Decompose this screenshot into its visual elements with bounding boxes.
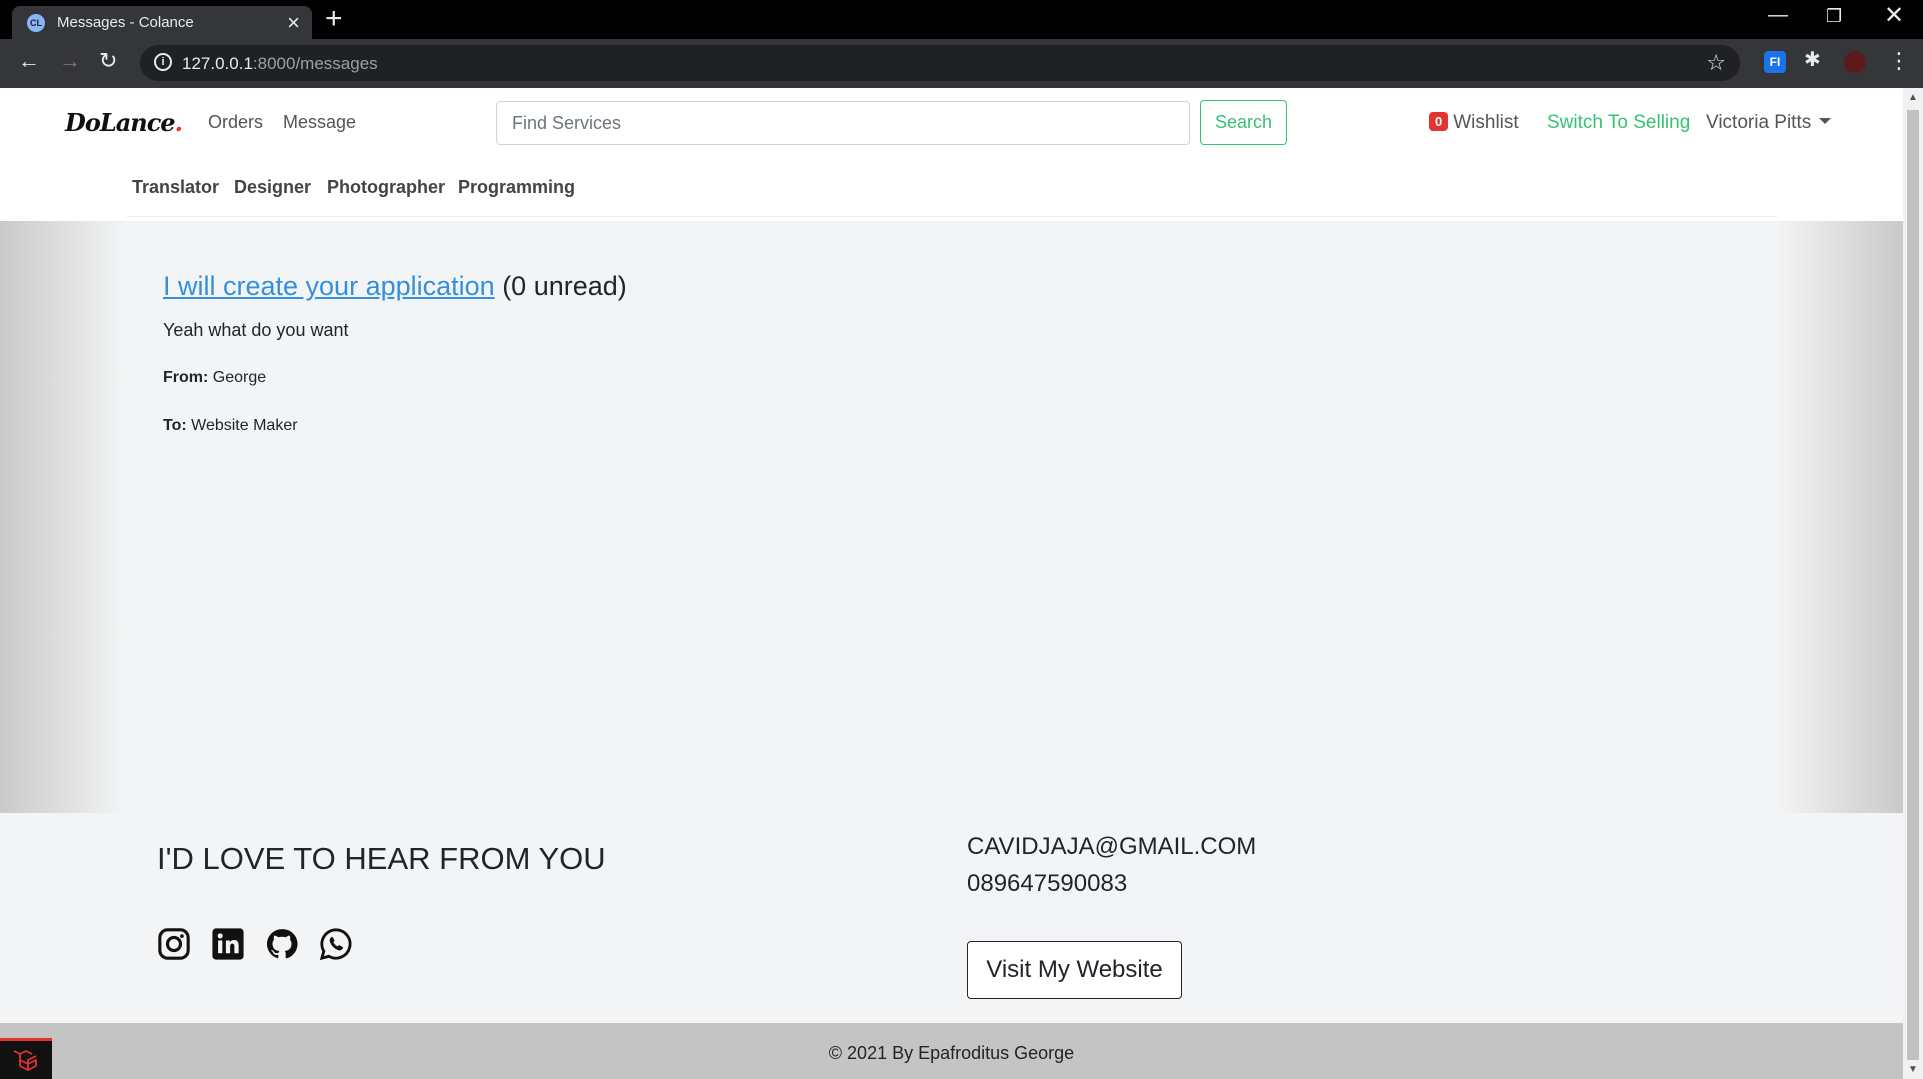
tab-title: Messages - Colance (57, 14, 194, 31)
puzzle-extensions-icon[interactable]: ✱ (1804, 47, 1826, 71)
browser-tab[interactable]: CL Messages - Colance × (12, 6, 312, 39)
message-heading: I will create your application (0 unread… (163, 271, 627, 302)
category-bar: Translator Designer Photographer Program… (0, 160, 1903, 220)
favicon-icon: CL (27, 14, 45, 32)
user-dropdown[interactable]: Victoria Pitts (1706, 112, 1832, 134)
forward-icon[interactable]: → (59, 48, 81, 74)
category-photographer[interactable]: Photographer (327, 177, 445, 198)
browser-menu-icon[interactable]: ⋮ (1888, 48, 1910, 74)
visit-website-button[interactable]: Visit My Website (967, 941, 1182, 999)
minimize-icon[interactable]: — (1768, 4, 1788, 27)
nav-orders[interactable]: Orders (208, 112, 263, 133)
message-body: Yeah what do you want (163, 320, 349, 340)
page-viewport: DoLance. Orders Message Search 0Wishlist… (0, 88, 1923, 1079)
site-header: DoLance. Orders Message Search 0Wishlist… (0, 88, 1903, 160)
browser-toolbar: ← → ↻ i 127.0.0.1:8000/messages ☆ FI ✱ ⋮ (0, 39, 1923, 88)
contact-email: CAVIDJAJA@GMAIL.COM (967, 833, 1257, 860)
copyright: © 2021 By Epafroditus George (0, 1023, 1903, 1079)
search-input[interactable] (496, 101, 1190, 145)
message-service-link[interactable]: I will create your application (163, 271, 495, 301)
laravel-debugbar-icon[interactable] (0, 1038, 52, 1079)
whatsapp-icon[interactable] (319, 927, 353, 961)
nav-message[interactable]: Message (283, 112, 356, 133)
page-scrollbar[interactable]: ▲ ▼ (1903, 88, 1923, 1079)
tab-close-icon[interactable]: × (287, 10, 300, 36)
wishlist-count-badge: 0 (1429, 112, 1449, 131)
restore-icon[interactable]: ❐ (1826, 6, 1842, 27)
site-footer: I'D LOVE TO HEAR FROM YOU CAVIDJAJA@GMAI… (0, 813, 1903, 1023)
linkedin-icon[interactable] (211, 927, 245, 961)
profile-avatar-icon[interactable] (1844, 51, 1866, 73)
caret-down-icon (1819, 118, 1832, 124)
category-divider (127, 216, 1777, 217)
footer-heading: I'D LOVE TO HEAR FROM YOU (157, 841, 606, 876)
message-from: From: George (163, 369, 267, 386)
instagram-icon[interactable] (157, 927, 191, 961)
category-programming[interactable]: Programming (458, 177, 575, 198)
url-text[interactable]: 127.0.0.1:8000/messages (182, 54, 378, 74)
contact-phone: 089647590083 (967, 870, 1128, 897)
scroll-up-icon[interactable]: ▲ (1908, 92, 1918, 103)
browser-tab-bar: CL Messages - Colance × + — ❐ ✕ (0, 0, 1923, 39)
back-icon[interactable]: ← (18, 48, 40, 74)
laravel-logo-icon (13, 1050, 37, 1071)
switch-to-selling-link[interactable]: Switch To Selling (1547, 112, 1690, 134)
github-icon[interactable] (265, 927, 299, 961)
unread-count: (0 unread) (502, 271, 627, 301)
window-close-icon[interactable]: ✕ (1884, 1, 1904, 30)
site-logo[interactable]: DoLance. (65, 108, 183, 137)
site-info-icon[interactable]: i (154, 53, 172, 71)
reload-icon[interactable]: ↻ (99, 48, 117, 74)
new-tab-icon[interactable]: + (325, 2, 343, 36)
message-to: To: Website Maker (163, 417, 298, 434)
search-button[interactable]: Search (1200, 100, 1287, 145)
extension-icon[interactable]: FI (1764, 51, 1786, 73)
address-bar[interactable]: i 127.0.0.1:8000/messages ☆ (140, 45, 1740, 81)
scrollbar-thumb[interactable] (1907, 110, 1919, 1060)
bookmark-star-icon[interactable]: ☆ (1706, 50, 1726, 76)
category-translator[interactable]: Translator (132, 177, 219, 198)
messages-content: I will create your application (0 unread… (0, 221, 1903, 813)
wishlist-link[interactable]: 0 Wishlist (1429, 112, 1519, 134)
category-designer[interactable]: Designer (234, 177, 311, 198)
scroll-down-icon[interactable]: ▼ (1908, 1064, 1918, 1075)
